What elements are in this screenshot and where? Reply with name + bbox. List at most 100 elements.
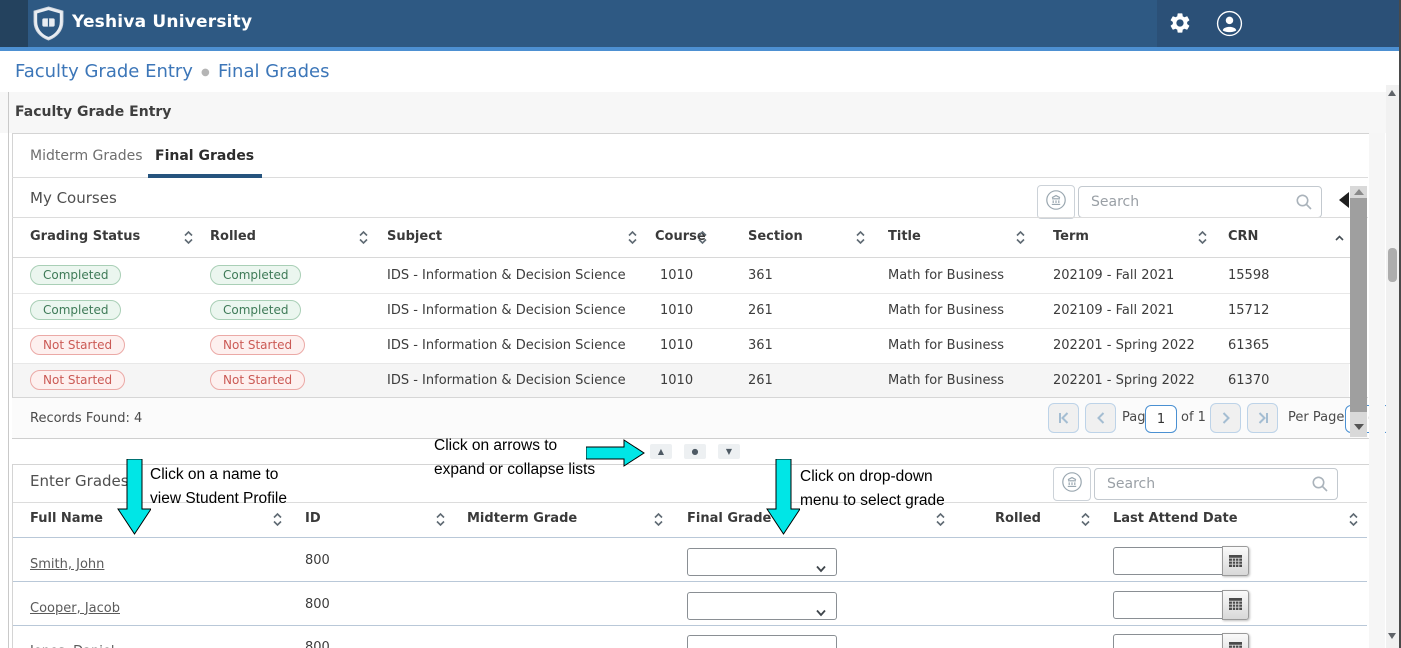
yeshiva-shield-logo-icon[interactable]: [33, 6, 64, 45]
sort-icon[interactable]: [1015, 229, 1026, 250]
term-cell: 202109 - Fall 2021: [1053, 303, 1174, 318]
student-name-link[interactable]: Smith, John: [30, 553, 104, 572]
final-grade-dropdown[interactable]: [687, 635, 837, 648]
my-courses-tools-button[interactable]: [1037, 185, 1075, 219]
per-page-label: Per Page: [1288, 410, 1344, 425]
user-profile-icon[interactable]: [1216, 10, 1243, 41]
annotation-dropdown-line1: Click on drop-down: [800, 468, 933, 486]
collapse-panel-button[interactable]: ▼: [718, 444, 740, 459]
grid-scroll-up-icon[interactable]: [1354, 189, 1364, 195]
first-page-button[interactable]: [1048, 403, 1079, 433]
eg-header-final-grade[interactable]: Final Grade: [687, 511, 771, 526]
next-page-button[interactable]: [1210, 403, 1241, 433]
sort-icon[interactable]: [272, 511, 283, 532]
page-scroll-down-icon[interactable]: [1388, 633, 1396, 639]
eg-header-midterm-grade[interactable]: Midterm Grade: [467, 511, 577, 526]
rolled-badge: Not Started: [210, 334, 305, 355]
sort-icon[interactable]: [1197, 229, 1208, 250]
enter-grades-search: [1094, 468, 1338, 500]
mc-header-section[interactable]: Section: [748, 229, 803, 244]
course-cell: 1010: [660, 303, 693, 318]
enter-grades-search-input[interactable]: [1105, 473, 1304, 495]
page-scroll-up-icon[interactable]: [1388, 90, 1396, 96]
grid-scrollbar-thumb[interactable]: [1350, 198, 1367, 412]
mc-header-subject[interactable]: Subject: [387, 229, 442, 244]
annotation-expand-line2: expand or collapse lists: [434, 461, 595, 479]
calendar-button[interactable]: [1222, 590, 1249, 620]
mc-header-grading-status[interactable]: Grading Status: [30, 229, 140, 244]
page-scrollbar-track[interactable]: [1386, 85, 1399, 648]
final-grade-dropdown[interactable]: [687, 592, 837, 620]
grading-status-badge: Completed: [30, 299, 121, 320]
student-id-cell: 800: [305, 640, 330, 648]
expand-panel-button[interactable]: ▲: [650, 444, 672, 459]
previous-page-button[interactable]: [1085, 403, 1116, 433]
grading-status-badge: Completed: [30, 264, 121, 285]
sort-icon[interactable]: [855, 229, 866, 250]
enter-grades-tools-button[interactable]: [1053, 467, 1091, 501]
subject-cell: IDS - Information & Decision Science: [387, 303, 626, 318]
calendar-button[interactable]: [1222, 546, 1249, 576]
mc-header-crn[interactable]: CRN: [1228, 229, 1258, 244]
tab-final-grades[interactable]: Final Grades: [155, 148, 254, 164]
sort-icon[interactable]: [1080, 511, 1091, 532]
sort-ascending-icon[interactable]: [1334, 229, 1345, 250]
crn-cell: 61365: [1228, 338, 1269, 353]
annotation-name-line2: view Student Profile: [150, 490, 287, 508]
sort-icon[interactable]: [1348, 511, 1359, 532]
sort-icon[interactable]: [183, 229, 194, 250]
sort-icon[interactable]: [935, 511, 946, 532]
sort-icon[interactable]: [653, 511, 664, 532]
splitter-reset-button[interactable]: ●: [684, 444, 706, 459]
page-scrollbar-thumb[interactable]: [1388, 248, 1397, 282]
last-attend-date-input[interactable]: [1113, 634, 1223, 648]
active-tab-underline: [148, 174, 262, 178]
grading-status-badge: Not Started: [30, 334, 125, 355]
grid-scroll-down-icon[interactable]: [1354, 424, 1364, 430]
breadcrumb-faculty-grade-entry[interactable]: Faculty Grade Entry: [15, 61, 193, 82]
row-separator: [13, 625, 1367, 626]
eg-header-rolled[interactable]: Rolled: [995, 511, 1041, 526]
breadcrumb-final-grades[interactable]: Final Grades: [218, 61, 329, 82]
mc-header-title[interactable]: Title: [888, 229, 921, 244]
search-icon: [1311, 475, 1329, 497]
previous-page-icon: [1096, 409, 1106, 428]
mc-header-rolled[interactable]: Rolled: [210, 229, 256, 244]
eg-header-last-attend-date[interactable]: Last Attend Date: [1113, 511, 1238, 526]
rolled-badge: Not Started: [210, 369, 305, 390]
records-found-label: Records Found: 4: [30, 411, 142, 426]
settings-gear-icon[interactable]: [1168, 11, 1192, 39]
crn-cell: 15598: [1228, 268, 1269, 283]
student-name-link[interactable]: Cooper, Jacob: [30, 597, 120, 616]
eg-header-id[interactable]: ID: [305, 511, 321, 526]
calendar-button[interactable]: [1222, 633, 1249, 648]
crn-cell: 15712: [1228, 303, 1269, 318]
student-name-link[interactable]: Jones, Daniel: [30, 640, 115, 648]
navbar-left-edge: [0, 0, 28, 47]
sort-icon[interactable]: [627, 229, 638, 250]
row-separator: [13, 581, 1367, 582]
my-courses-search-input[interactable]: [1089, 191, 1288, 213]
sort-icon[interactable]: [697, 229, 708, 250]
grading-status-badge: Not Started: [30, 369, 125, 390]
final-grade-dropdown[interactable]: [687, 548, 837, 576]
collapse-sidebar-arrow-icon[interactable]: [1339, 192, 1349, 208]
last-page-button[interactable]: [1247, 403, 1278, 433]
section-cell: 361: [748, 338, 773, 353]
page-number-input[interactable]: [1145, 405, 1177, 433]
search-icon: [1295, 193, 1313, 215]
last-attend-date-input[interactable]: [1113, 547, 1223, 575]
student-id-cell: 800: [305, 553, 330, 568]
chevron-down-icon: [815, 558, 827, 577]
eg-header-full-name[interactable]: Full Name: [30, 511, 103, 526]
last-attend-date-input[interactable]: [1113, 591, 1223, 619]
tab-midterm-grades[interactable]: Midterm Grades: [30, 148, 143, 164]
sort-icon[interactable]: [435, 511, 446, 532]
my-courses-title: My Courses: [30, 189, 117, 207]
annotation-name-line1: Click on a name to: [150, 466, 278, 484]
last-page-icon: [1257, 409, 1269, 428]
annotation-arrow-down-name-icon: [117, 459, 151, 539]
mc-header-term[interactable]: Term: [1053, 229, 1089, 244]
splitter-dot-icon: ●: [692, 447, 699, 456]
sort-icon[interactable]: [358, 229, 369, 250]
